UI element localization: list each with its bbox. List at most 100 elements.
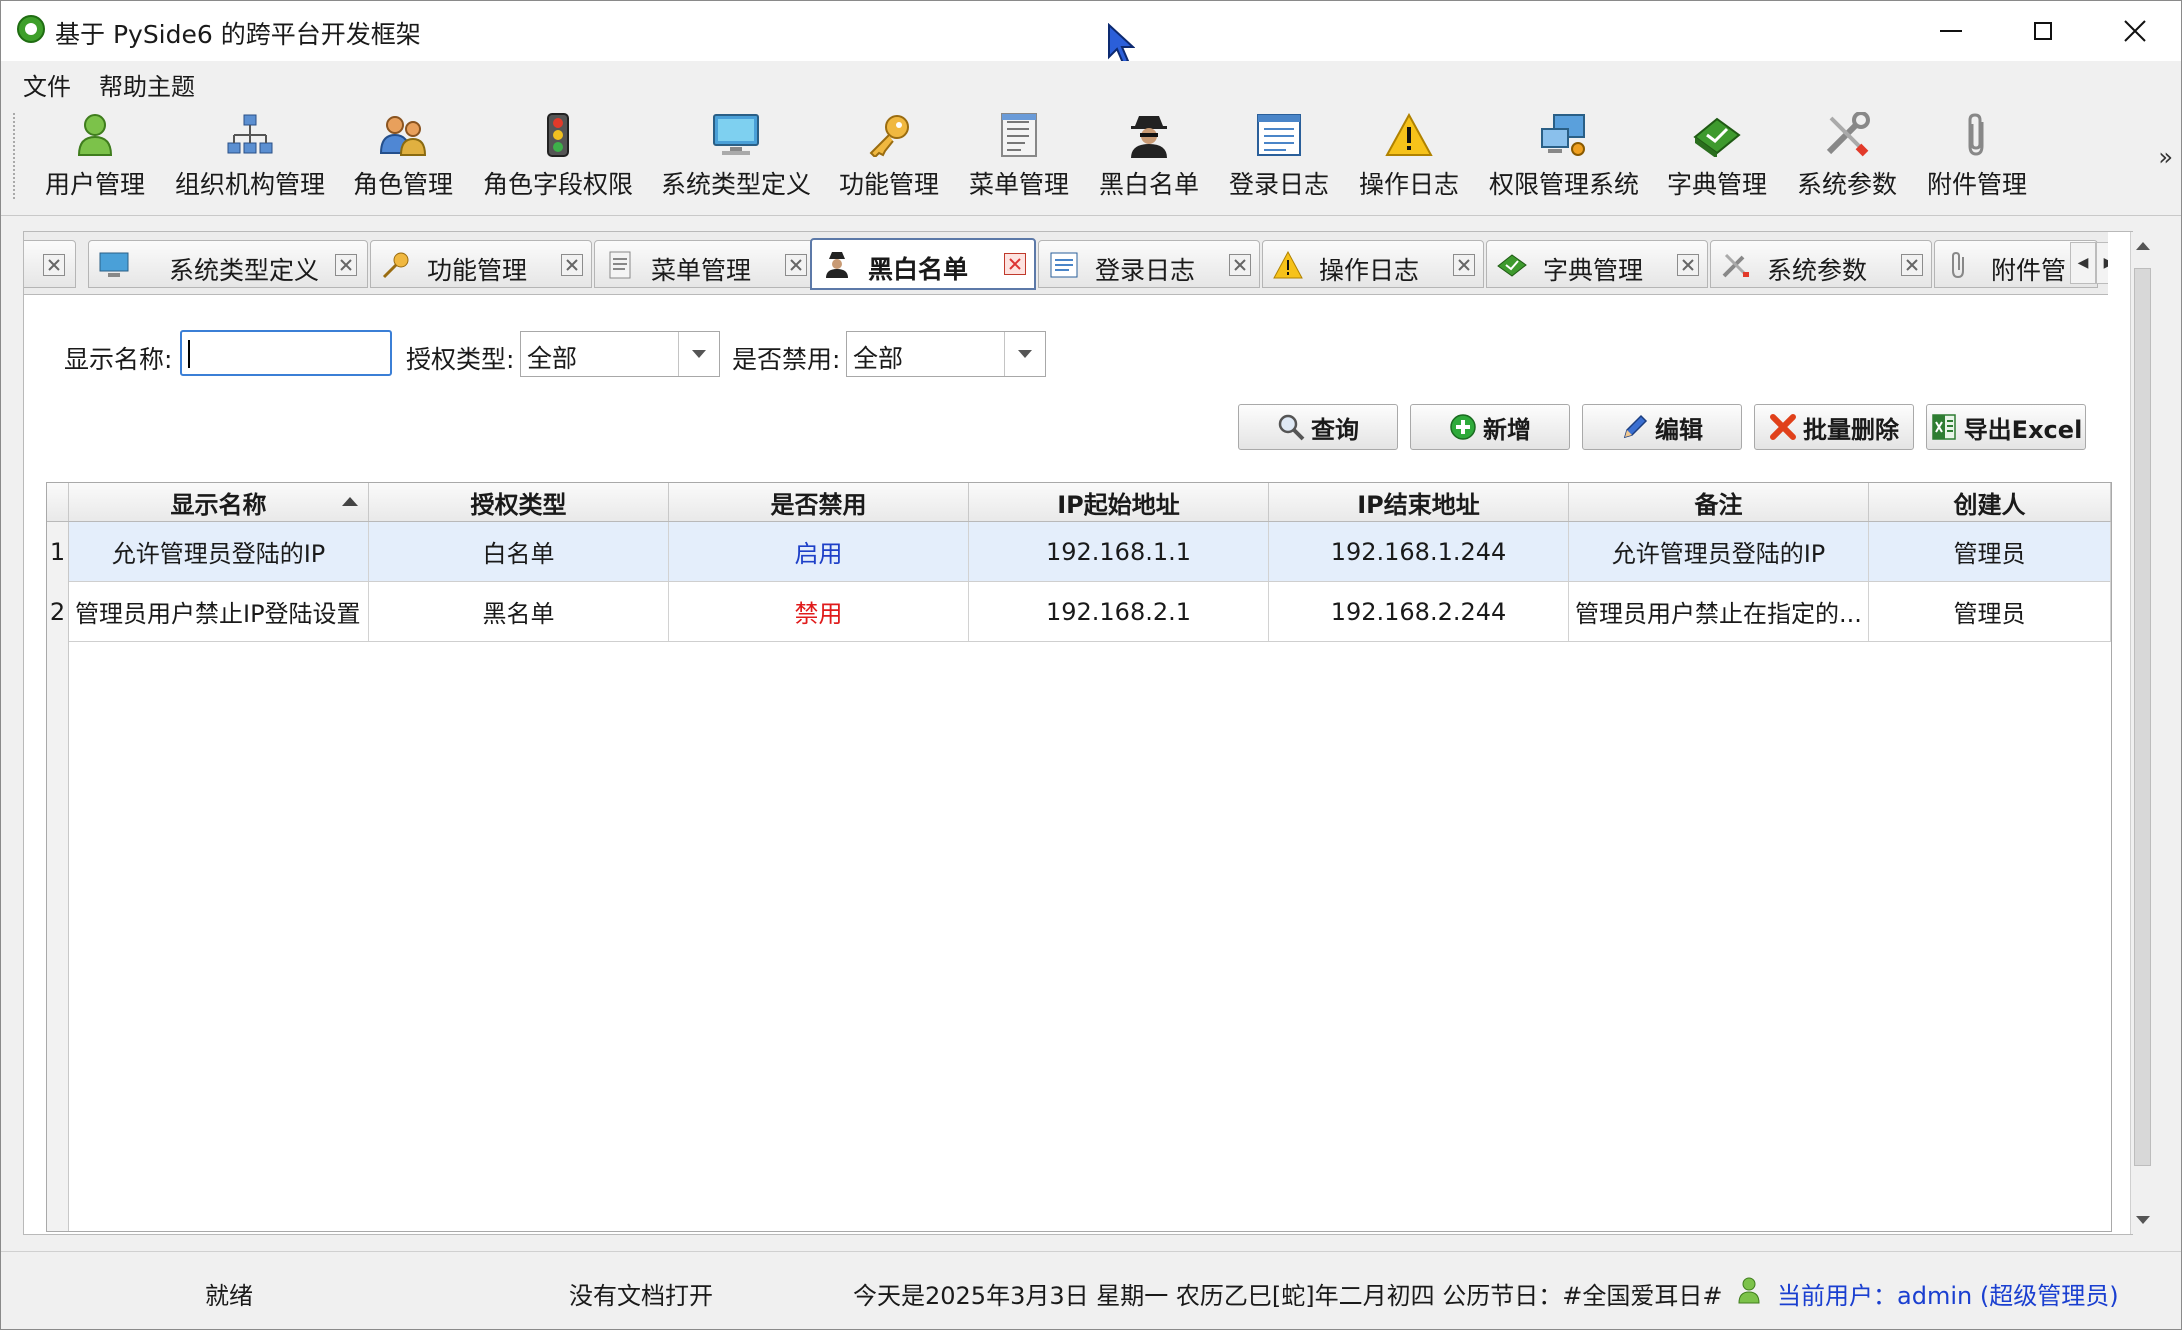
title-bar: 基于 PySide6 的跨平台开发框架 <box>1 1 2181 65</box>
cell-ip-start[interactable]: 192.168.2.1 <box>969 582 1269 641</box>
row-header[interactable]: 2 <box>47 582 69 642</box>
tab-label: 登录日志 <box>1095 256 1196 285</box>
scroll-thumb[interactable] <box>2134 268 2151 1166</box>
cell-disabled[interactable]: 启用 <box>669 522 969 581</box>
maximize-button[interactable] <box>1997 1 2089 61</box>
toolbar-attachment[interactable]: 附件管理 <box>1927 111 2027 207</box>
tab-close-button[interactable] <box>43 254 65 276</box>
toolbar-org-management[interactable]: 组织机构管理 <box>175 111 325 207</box>
tab-partial[interactable] <box>24 240 76 288</box>
close-icon <box>340 259 352 271</box>
tab-system-params[interactable]: 系统参数 <box>1710 240 1932 288</box>
tab-black-white-list[interactable]: 黑白名单 <box>810 238 1036 290</box>
table-row[interactable]: 允许管理员登陆的IP 白名单 启用 192.168.1.1 192.168.1.… <box>69 522 2111 582</box>
chevron-down-icon[interactable] <box>678 332 719 376</box>
sort-ascending-icon <box>342 497 358 506</box>
column-header-name[interactable]: 显示名称 <box>69 483 369 521</box>
cell-creator[interactable]: 管理员 <box>1869 522 2111 581</box>
toolbar-system-type[interactable]: 系统类型定义 <box>661 111 811 207</box>
warning-icon <box>1385 111 1433 159</box>
app-icon <box>17 15 45 43</box>
toolbar-permission-system[interactable]: 权限管理系统 <box>1489 111 1639 207</box>
cell-name[interactable]: 允许管理员登陆的IP <box>69 522 369 581</box>
tab-close-button[interactable] <box>1453 254 1475 276</box>
vertical-scrollbar[interactable] <box>2130 232 2155 1234</box>
cell-disabled[interactable]: 禁用 <box>669 582 969 641</box>
toolbar-menu-management[interactable]: 菜单管理 <box>969 111 1069 207</box>
row-header[interactable]: 1 <box>47 522 69 582</box>
header-corner[interactable] <box>47 483 69 521</box>
tab-close-button[interactable] <box>785 254 807 276</box>
tab-system-type[interactable]: 系统类型定义 <box>88 240 368 288</box>
text-caret <box>188 340 190 368</box>
cell-auth-type[interactable]: 黑名单 <box>369 582 669 641</box>
disabled-select[interactable]: 全部 <box>846 331 1046 377</box>
status-ready: 就绪 <box>205 1282 253 1310</box>
excel-export-icon <box>1931 414 1956 440</box>
tab-dictionary[interactable]: 字典管理 <box>1486 240 1708 288</box>
status-current-user[interactable]: 当前用户：admin (超级管理员) <box>1777 1276 2119 1311</box>
cell-ip-start[interactable]: 192.168.1.1 <box>969 522 1269 581</box>
tab-function[interactable]: 功能管理 <box>370 240 592 288</box>
key-icon <box>382 252 409 279</box>
column-header-note[interactable]: 备注 <box>1569 483 1869 521</box>
cell-creator[interactable]: 管理员 <box>1869 582 2111 641</box>
toolbar-grip[interactable] <box>13 113 19 199</box>
toolbar-black-white-list[interactable]: 黑白名单 <box>1099 111 1199 207</box>
display-name-input[interactable] <box>180 330 392 376</box>
column-header-disabled[interactable]: 是否禁用 <box>669 483 969 521</box>
add-button[interactable]: 新增 <box>1410 404 1570 450</box>
monitor-icon <box>99 252 129 277</box>
tab-area: 系统类型定义 功能管理 菜单管理 黑白名单 登录日志 操作日志 字典管理 系统参… <box>23 231 2155 1235</box>
scroll-up-icon[interactable] <box>2136 242 2150 250</box>
query-button[interactable]: 查询 <box>1238 404 1398 450</box>
chevron-down-icon[interactable] <box>1004 332 1045 376</box>
export-excel-button[interactable]: 导出Excel <box>1926 404 2086 450</box>
column-header-creator[interactable]: 创建人 <box>1869 483 2111 521</box>
close-window-button[interactable] <box>2089 1 2181 61</box>
tab-close-button[interactable] <box>561 254 583 276</box>
tab-scroll-left-button[interactable]: ◀ <box>2070 242 2096 284</box>
tab-label: 功能管理 <box>427 256 528 285</box>
tab-menu[interactable]: 菜单管理 <box>594 240 816 288</box>
toolbar-function-management[interactable]: 功能管理 <box>839 111 939 207</box>
tab-close-button[interactable] <box>335 254 357 276</box>
table-row[interactable]: 管理员用户禁止IP登陆设置 黑名单 禁用 192.168.2.1 192.168… <box>69 582 2111 642</box>
toolbar-system-params[interactable]: 系统参数 <box>1797 111 1897 207</box>
minimize-button[interactable] <box>1905 1 1997 61</box>
mouse-cursor-icon <box>1108 23 1135 65</box>
tab-close-button[interactable] <box>1229 254 1251 276</box>
toolbar-operation-log[interactable]: 操作日志 <box>1359 111 1459 207</box>
cell-note[interactable]: 允许管理员登陆的IP <box>1569 522 1869 581</box>
cell-auth-type[interactable]: 白名单 <box>369 522 669 581</box>
column-header-auth-type[interactable]: 授权类型 <box>369 483 669 521</box>
toolbar-login-log[interactable]: 登录日志 <box>1229 111 1329 207</box>
toolbar-role-management[interactable]: 角色管理 <box>353 111 453 207</box>
toolbar-dictionary[interactable]: 字典管理 <box>1667 111 1767 207</box>
status-bar: 就绪 没有文档打开 今天是2025年3月3日 星期一 农历乙巳[蛇]年二月初四 … <box>1 1251 2181 1329</box>
toolbar-role-field-permission[interactable]: 角色字段权限 <box>483 111 633 207</box>
column-header-ip-start[interactable]: IP起始地址 <box>969 483 1269 521</box>
cell-name[interactable]: 管理员用户禁止IP登陆设置 <box>69 582 369 641</box>
tab-label: 操作日志 <box>1319 256 1420 285</box>
toolbar-overflow-button[interactable]: » <box>2158 143 2173 171</box>
tab-label: 系统参数 <box>1767 256 1868 285</box>
tab-operation-log[interactable]: 操作日志 <box>1262 240 1484 288</box>
cell-ip-end[interactable]: 192.168.1.244 <box>1269 522 1569 581</box>
tab-close-button[interactable] <box>1901 254 1923 276</box>
tab-scroll-right-button[interactable]: ▶ <box>2096 242 2108 284</box>
toolbar-user-management[interactable]: 用户管理 <box>45 111 145 207</box>
cell-ip-end[interactable]: 192.168.2.244 <box>1269 582 1569 641</box>
batch-delete-button[interactable]: 批量删除 <box>1754 404 1914 450</box>
edit-button[interactable]: 编辑 <box>1582 404 1742 450</box>
pencil-icon <box>1623 414 1648 439</box>
cell-note[interactable]: 管理员用户禁止在指定的... <box>1569 582 1869 641</box>
tab-close-button[interactable] <box>1004 253 1026 275</box>
auth-type-select[interactable]: 全部 <box>520 331 720 377</box>
toolbar-label: 系统类型定义 <box>661 170 812 199</box>
column-header-ip-end[interactable]: IP结束地址 <box>1269 483 1569 521</box>
tab-login-log[interactable]: 登录日志 <box>1038 240 1260 288</box>
tab-close-button[interactable] <box>1677 254 1699 276</box>
scroll-down-icon[interactable] <box>2136 1216 2150 1224</box>
computer-network-icon <box>1540 111 1588 159</box>
